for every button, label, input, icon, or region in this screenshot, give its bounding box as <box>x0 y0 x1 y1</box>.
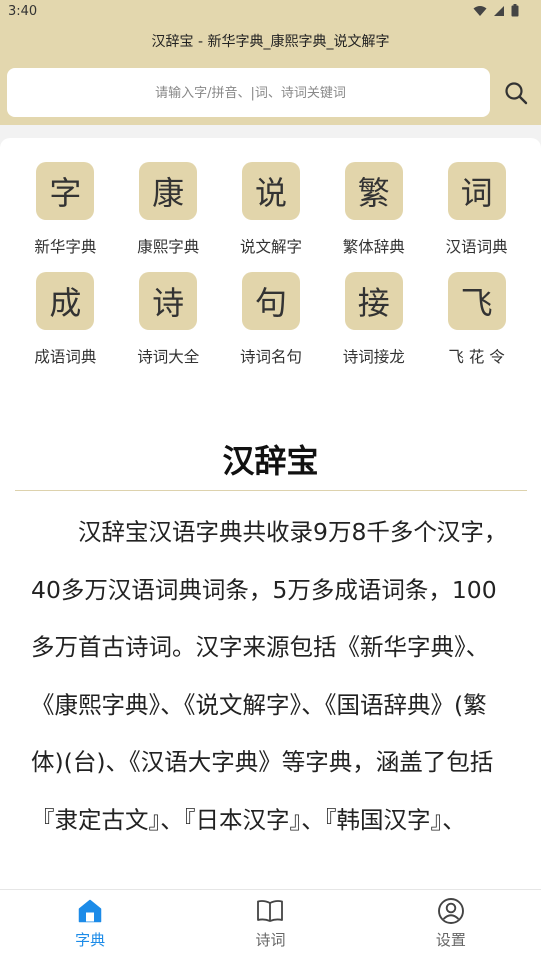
poetry-collection-icon: 诗 <box>139 272 198 330</box>
kangxi-dictionary-icon: 康 <box>139 162 198 220</box>
top-header: 3:40 汉辞宝 - 新华字典_康熙字典_说文解字 <box>0 0 541 125</box>
article-body: 汉辞宝汉语字典共收录9万8千多个汉字，40多万汉语词典词条，5万多成语词条，10… <box>31 518 508 834</box>
grid-item-xinhua-dictionary[interactable]: 字 新华字典 <box>14 162 117 257</box>
grid-item-poetry-collection[interactable]: 诗 诗词大全 <box>117 272 220 367</box>
battery-icon <box>511 4 519 17</box>
feihualing-icon: 飞 <box>447 272 506 330</box>
dictionary-grid: 字 新华字典 康 康熙字典 说 说文解字 繁 繁体辞典 词 汉语词典 成 成语词… <box>14 162 528 367</box>
grid-item-label: 飞 花 令 <box>448 348 505 366</box>
chinese-word-dictionary-icon: 词 <box>447 162 506 220</box>
grid-item-label: 繁体辞典 <box>342 238 405 256</box>
traditional-dictionary-icon: 繁 <box>344 162 403 220</box>
grid-item-chinese-word-dictionary[interactable]: 词 汉语词典 <box>425 162 528 257</box>
user-icon <box>437 897 465 925</box>
grid-item-label: 康熙字典 <box>137 238 200 256</box>
search-box <box>7 68 494 119</box>
grid-item-famous-lines[interactable]: 句 诗词名句 <box>220 272 323 367</box>
book-icon <box>256 897 284 925</box>
grid-item-idiom-dictionary[interactable]: 成 成语词典 <box>14 272 117 367</box>
idiom-dictionary-icon: 成 <box>36 272 95 330</box>
app-title: 汉辞宝 - 新华字典_康熙字典_说文解字 <box>151 34 390 50</box>
grid-item-label: 诗词接龙 <box>342 348 405 366</box>
status-icons <box>473 4 519 17</box>
main-card: 字 新华字典 康 康熙字典 说 说文解字 繁 繁体辞典 词 汉语词典 成 成语词… <box>0 138 541 898</box>
nav-tab-dictionary[interactable]: 字典 <box>0 890 180 963</box>
bottom-nav: 字典 诗词 设置 <box>0 889 541 963</box>
grid-item-label: 新华字典 <box>34 238 97 256</box>
nav-tab-poetry[interactable]: 诗词 <box>180 890 360 963</box>
grid-item-feihualing[interactable]: 飞 飞 花 令 <box>425 272 528 367</box>
divider <box>15 490 527 491</box>
search-icon <box>505 82 528 105</box>
grid-item-traditional-dictionary[interactable]: 繁 繁体辞典 <box>322 162 425 257</box>
grid-item-shuowen-jiezi[interactable]: 说 说文解字 <box>220 162 323 257</box>
wifi-icon <box>473 5 487 16</box>
grid-item-label: 诗词名句 <box>239 348 302 366</box>
grid-item-label: 成语词典 <box>34 348 97 366</box>
signal-icon <box>494 5 504 16</box>
grid-item-poetry-solitaire[interactable]: 接 诗词接龙 <box>322 272 425 367</box>
poetry-solitaire-icon: 接 <box>344 272 403 330</box>
grid-item-kangxi-dictionary[interactable]: 康 康熙字典 <box>117 162 220 257</box>
nav-label: 设置 <box>435 931 466 949</box>
famous-lines-icon: 句 <box>241 272 300 330</box>
home-icon <box>76 897 104 925</box>
shuowen-jiezi-icon: 说 <box>241 162 300 220</box>
status-time: 3:40 <box>8 4 38 19</box>
nav-label: 诗词 <box>255 931 286 949</box>
grid-item-label: 诗词大全 <box>137 348 200 366</box>
article-title: 汉辞宝 <box>222 442 319 480</box>
search-button[interactable] <box>500 78 532 108</box>
nav-tab-settings[interactable]: 设置 <box>361 890 541 963</box>
search-input[interactable] <box>7 68 494 119</box>
nav-label: 字典 <box>75 931 106 949</box>
grid-item-label: 汉语词典 <box>445 238 508 256</box>
grid-item-label: 说文解字 <box>239 238 302 256</box>
xinhua-dictionary-icon: 字 <box>36 162 95 220</box>
status-bar: 3:40 <box>0 0 541 24</box>
